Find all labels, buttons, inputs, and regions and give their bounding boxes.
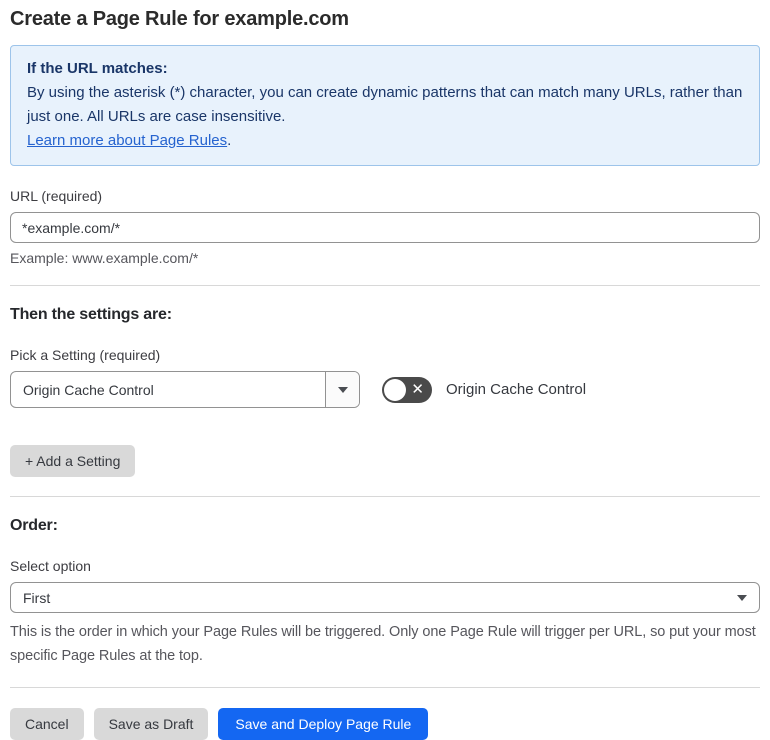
order-select[interactable]: First <box>10 582 760 613</box>
url-field-example: Example: www.example.com/* <box>10 250 199 266</box>
order-help-text: This is the order in which your Page Rul… <box>10 624 756 664</box>
setting-select-arrow-button[interactable] <box>325 372 359 407</box>
divider <box>10 687 760 688</box>
link-suffix: . <box>227 132 232 149</box>
add-setting-button[interactable]: + Add a Setting <box>10 445 136 477</box>
pick-setting-label: Pick a Setting (required) <box>10 347 161 363</box>
save-and-deploy-button[interactable]: Save and Deploy Page Rule <box>218 708 429 740</box>
toggle-knob <box>384 378 406 401</box>
toggle-off-x-icon: ✕ <box>411 380 424 398</box>
save-as-draft-button[interactable]: Save as Draft <box>93 708 209 740</box>
footer-actions: Cancel Save as Draft Save and Deploy Pag… <box>10 708 760 740</box>
page-title: Create a Page Rule for example.com <box>10 8 349 30</box>
toggle-label: Origin Cache Control <box>446 381 587 398</box>
caret-down-icon <box>337 386 348 393</box>
info-box-body: By using the asterisk (*) character, you… <box>27 84 743 125</box>
caret-down-icon <box>737 594 747 601</box>
setting-row: Origin Cache Control ✕ Origin Cache Cont… <box>10 371 760 408</box>
divider <box>10 285 760 286</box>
url-match-info-box: If the URL matches: By using the asteris… <box>10 45 760 166</box>
origin-cache-control-toggle[interactable]: ✕ <box>382 376 432 403</box>
url-input[interactable] <box>10 212 760 243</box>
settings-section-heading: Then the settings are: <box>10 306 172 323</box>
url-field-label: URL (required) <box>10 188 103 204</box>
setting-select-value: Origin Cache Control <box>23 381 154 398</box>
order-section-heading: Order: <box>10 517 58 534</box>
order-select-value: First <box>23 589 51 606</box>
info-box-heading: If the URL matches: <box>27 60 168 77</box>
divider <box>10 496 760 497</box>
setting-select[interactable]: Origin Cache Control <box>10 371 360 408</box>
learn-more-link[interactable]: Learn more about Page Rules <box>27 132 227 149</box>
info-box-link-line: Learn more about Page Rules. <box>27 129 743 153</box>
order-select-label: Select option <box>10 558 91 574</box>
cancel-button[interactable]: Cancel <box>10 708 84 740</box>
